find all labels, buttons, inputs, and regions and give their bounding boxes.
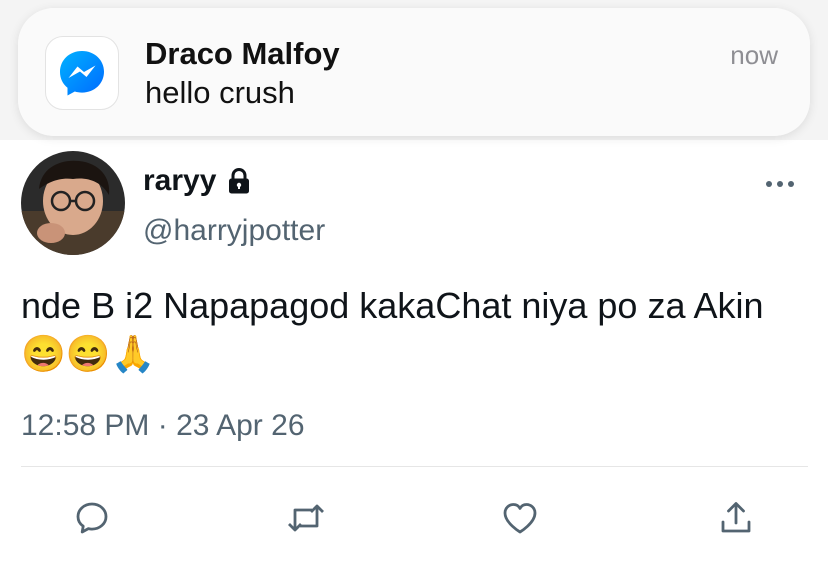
avatar[interactable] xyxy=(21,151,125,255)
author-row[interactable]: raryy xyxy=(143,163,254,199)
reply-icon[interactable] xyxy=(70,496,114,540)
lock-icon xyxy=(224,166,254,196)
notification-message: hello crush xyxy=(145,75,295,110)
username-handle[interactable]: @harryjpotter xyxy=(143,213,325,249)
notification-banner[interactable]: Draco Malfoy hello crush now xyxy=(18,8,810,136)
retweet-icon[interactable] xyxy=(284,496,328,540)
notification-time: now xyxy=(730,40,778,70)
like-icon[interactable] xyxy=(498,496,542,540)
divider xyxy=(21,466,808,467)
tweet-text: nde B i2 Napapagod kakaChat niya po za A… xyxy=(21,285,764,374)
share-icon[interactable] xyxy=(714,496,758,540)
tweet-timestamp[interactable]: 12:58 PM · 23 Apr 26 xyxy=(21,408,305,444)
display-name[interactable]: raryy xyxy=(143,163,216,199)
notification-sender: Draco Malfoy xyxy=(145,36,340,71)
more-options-icon[interactable] xyxy=(760,172,800,196)
messenger-icon xyxy=(45,36,119,110)
